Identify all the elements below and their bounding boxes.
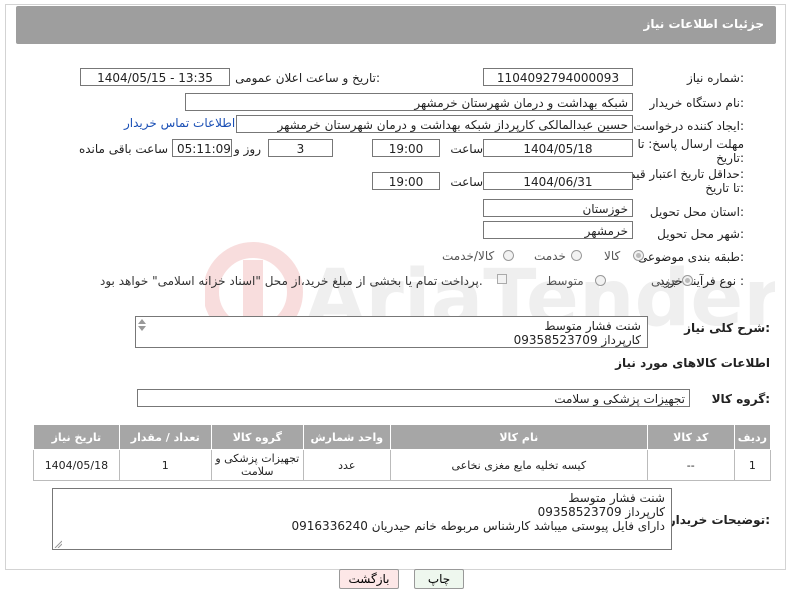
treasury-payment-note: پرداخت تمام یا بخشی از مبلغ خرید،از محل …	[100, 274, 483, 288]
buyer-notes-line-2: کارپرداز 09358523709	[537, 505, 665, 519]
buyer-org-label: نام دستگاه خریدار:	[649, 96, 745, 110]
col-group: گروه کالا	[210, 424, 304, 450]
purchase-medium-label: متوسط	[546, 274, 584, 288]
table-row: 1 -- کیسه تخلیه مایع مغزی نخاعی عدد تجهی…	[33, 449, 772, 481]
treasury-payment-checkbox[interactable]	[497, 274, 507, 284]
province-field: خوزستان	[483, 199, 633, 217]
page-header: جزئیات اطلاعات نیاز	[16, 6, 776, 44]
purchase-minor-label: جزیی	[651, 274, 679, 288]
price-date-field: 1404/06/31	[483, 172, 633, 190]
price-time-label: ساعت	[450, 175, 483, 189]
buyer-notes-label: توضیحات خریدار:	[668, 513, 770, 527]
purchase-minor-radio[interactable]	[682, 275, 693, 286]
cell-group: تجهیزات پزشکی و سلامت	[210, 449, 304, 481]
goods-group-label: گروه کالا:	[711, 392, 770, 406]
category-service-label: خدمت	[534, 249, 566, 263]
back-button[interactable]: بازگشت	[339, 569, 399, 589]
price-time-field: 19:00	[372, 172, 440, 190]
deadline-time-label: ساعت	[450, 142, 483, 156]
goods-table-header: ردیف کد کالا نام کالا واحد شمارش گروه کا…	[33, 424, 772, 450]
category-both-label: کالا/خدمت	[442, 249, 495, 263]
page-title: جزئیات اطلاعات نیاز	[643, 17, 764, 31]
cell-unit: عدد	[302, 449, 391, 481]
cell-date: 1404/05/18	[33, 449, 120, 481]
col-row: ردیف	[733, 424, 772, 450]
col-name: نام کالا	[389, 424, 648, 450]
col-code: کد کالا	[646, 424, 735, 450]
description-line-2: کارپرداز 09358523709	[513, 333, 641, 347]
goods-group-field: تجهیزات پزشکی و سلامت	[137, 389, 690, 407]
col-unit: واحد شمارش	[302, 424, 391, 450]
announce-label: تاریخ و ساعت اعلان عمومی:	[235, 71, 380, 85]
city-label: شهر محل تحویل:	[657, 227, 744, 241]
deadline-label-date: تاریخ:	[716, 151, 744, 165]
scroll-arrows-icon[interactable]	[137, 318, 147, 332]
category-goods-radio[interactable]	[633, 250, 644, 261]
deadline-date-field: 1404/05/18	[483, 139, 633, 157]
category-label: طبقه بندی موضوعی:	[637, 250, 744, 264]
buyer-notes-textarea[interactable]: شنت فشار متوسط کارپرداز 09358523709 دارا…	[52, 488, 672, 550]
purchase-medium-radio[interactable]	[595, 275, 606, 286]
province-label: استان محل تحویل:	[649, 205, 744, 219]
remaining-label: ساعت باقی مانده	[78, 142, 168, 156]
goods-table: ردیف کد کالا نام کالا واحد شمارش گروه کا…	[33, 424, 772, 481]
contact-buyer-link[interactable]: اطلاعات تماس خریدار	[124, 116, 235, 130]
deadline-label: مهلت ارسال پاسخ: تا	[637, 137, 744, 151]
creator-label: ایجاد کننده درخواست:	[633, 119, 744, 133]
buyer-org-field: شبکه بهداشت و درمان شهرستان خرمشهر	[185, 93, 633, 111]
category-both-radio[interactable]	[503, 250, 514, 261]
col-qty: تعداد / مقدار	[118, 424, 212, 450]
description-line-1: شنت فشار متوسط	[544, 319, 641, 333]
price-validity-label-2: تا تاریخ:	[705, 181, 744, 195]
price-validity-label: حداقل تاریخ اعتبار قیمت:	[617, 167, 744, 181]
category-goods-label: کالا	[604, 249, 621, 263]
buyer-notes-line-3: دارای فایل پیوستی میباشد کارشناس مربوطه …	[291, 519, 665, 533]
cell-row: 1	[733, 449, 772, 481]
days-label: روز و	[234, 142, 261, 156]
description-textarea[interactable]: شنت فشار متوسط کارپرداز 09358523709	[135, 316, 648, 348]
cell-code: --	[646, 449, 735, 481]
goods-section-title: اطلاعات کالاهای مورد نیاز	[615, 356, 770, 370]
buyer-notes-line-1: شنت فشار متوسط	[568, 491, 665, 505]
need-number-label: شماره نیاز:	[686, 71, 744, 85]
category-service-radio[interactable]	[571, 250, 582, 261]
city-field: خرمشهر	[483, 221, 633, 239]
cell-name: کیسه تخلیه مایع مغزی نخاعی	[389, 449, 648, 481]
remaining-time-field: 05:11:09	[172, 139, 232, 157]
description-label: شرح کلی نیاز:	[684, 321, 770, 335]
creator-field: حسین عبدالمالکی کارپرداز شبکه بهداشت و د…	[236, 115, 633, 133]
need-number-field: 1104092794000093	[483, 68, 633, 86]
col-date: تاریخ نیاز	[33, 424, 120, 450]
cell-qty: 1	[118, 449, 212, 481]
deadline-time-field: 19:00	[372, 139, 440, 157]
days-field: 3	[268, 139, 333, 157]
print-button[interactable]: چاپ	[414, 569, 464, 589]
resize-handle-icon[interactable]	[54, 540, 62, 548]
announce-field: 1404/05/15 - 13:35	[80, 68, 230, 86]
